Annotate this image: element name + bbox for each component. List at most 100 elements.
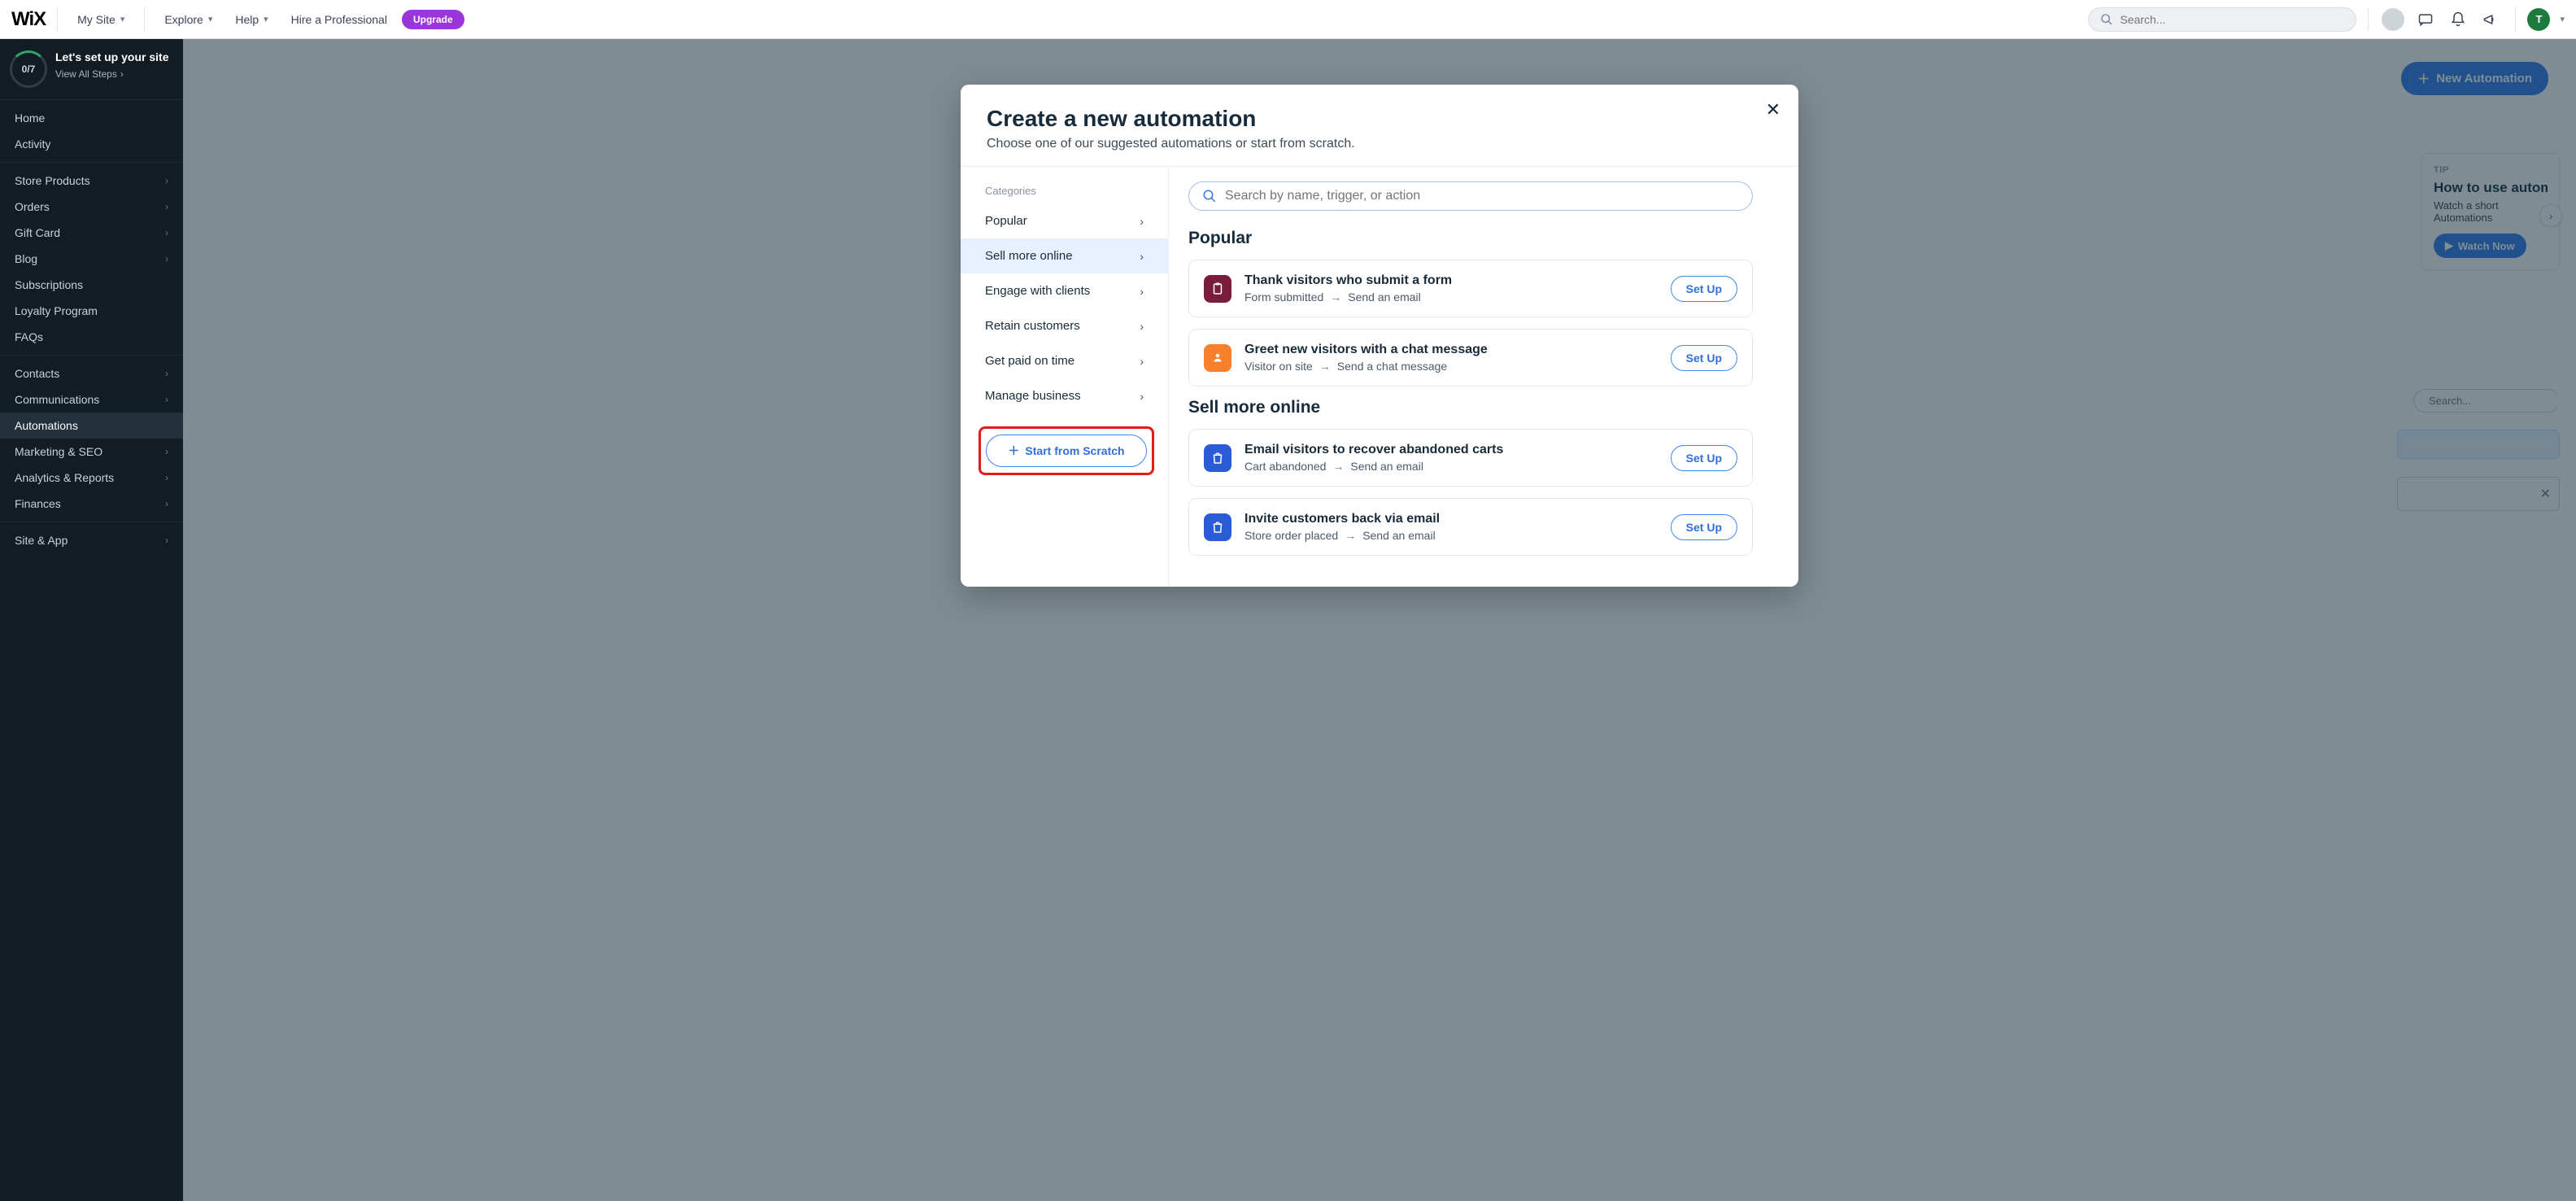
chevron-right-icon: › <box>165 498 168 509</box>
sidebar-item-label: Loyalty Program <box>15 304 98 317</box>
chevron-right-icon: › <box>120 68 124 80</box>
megaphone-icon[interactable] <box>2478 7 2504 33</box>
chat-person-icon <box>1204 344 1231 372</box>
nav-help[interactable]: Help ▾ <box>227 8 276 31</box>
sidebar-item-label: Activity <box>15 138 50 151</box>
automation-card[interactable]: Greet new visitors with a chat messageVi… <box>1188 329 1753 387</box>
automation-card[interactable]: Email visitors to recover abandoned cart… <box>1188 429 1753 487</box>
plus-icon: ＋ <box>1008 443 1019 459</box>
automation-card[interactable]: Invite customers back via emailStore ord… <box>1188 498 1753 556</box>
nav-hire[interactable]: Hire a Professional <box>283 8 395 31</box>
set-up-button[interactable]: Set Up <box>1671 276 1737 302</box>
sidebar-item-label: FAQs <box>15 330 43 343</box>
setup-card[interactable]: 0/7 Let's set up your site View All Step… <box>0 39 183 99</box>
automation-title: Email visitors to recover abandoned cart… <box>1244 443 1658 457</box>
sidebar-item-label: Analytics & Reports <box>15 471 114 484</box>
chevron-right-icon: › <box>1140 215 1144 228</box>
set-up-button[interactable]: Set Up <box>1671 345 1737 371</box>
sidebar-item-store-products[interactable]: Store Products› <box>0 168 183 194</box>
sidebar-item-label: Gift Card <box>15 226 60 239</box>
sidebar-item-finances[interactable]: Finances › <box>0 491 183 517</box>
automation-title: Thank visitors who submit a form <box>1244 273 1658 288</box>
sidebar-item-label: Finances <box>15 497 61 510</box>
automation-card[interactable]: Thank visitors who submit a form Form sub… <box>1188 260 1753 317</box>
category-popular[interactable]: Popular› <box>961 203 1168 238</box>
sidebar-item-home[interactable]: Home <box>0 105 183 131</box>
automation-flow: Form submitted→Send an email <box>1244 290 1658 304</box>
sidebar-item-label: Store Products <box>15 174 90 187</box>
user-avatar[interactable]: T <box>2527 8 2550 31</box>
nav-help-label: Help <box>235 13 259 26</box>
category-manage-business[interactable]: Manage business› <box>961 378 1168 413</box>
nav-explore[interactable]: Explore ▾ <box>156 8 220 31</box>
start-from-scratch-button[interactable]: ＋ Start from Scratch <box>986 435 1147 467</box>
arrow-right-icon: → <box>1330 290 1341 304</box>
sidebar-item-communications[interactable]: Communications › <box>0 387 183 413</box>
sidebar-item-activity[interactable]: Activity <box>0 131 183 157</box>
shopping-bag-icon <box>1204 444 1231 472</box>
chevron-right-icon: › <box>165 253 168 264</box>
category-label: Get paid on time <box>985 354 1074 368</box>
sidebar-item-gift-card[interactable]: Gift Card› <box>0 220 183 246</box>
create-automation-modal: Create a new automation Choose one of ou… <box>961 85 1798 587</box>
view-all-steps[interactable]: View All Steps › <box>55 68 168 80</box>
category-label: Sell more online <box>985 249 1073 263</box>
category-engage-with-clients[interactable]: Engage with clients› <box>961 273 1168 308</box>
view-all-steps-label: View All Steps <box>55 68 117 80</box>
chevron-right-icon: › <box>165 535 168 546</box>
setup-title: Let's set up your site <box>55 50 168 65</box>
chevron-right-icon: › <box>1140 390 1144 403</box>
automation-flow: Cart abandoned→Send an email <box>1244 460 1658 473</box>
sidebar-item-orders[interactable]: Orders› <box>0 194 183 220</box>
divider <box>144 8 145 31</box>
wix-logo[interactable]: WiX <box>11 8 46 31</box>
divider <box>2515 8 2516 31</box>
start-from-scratch-label: Start from Scratch <box>1025 444 1124 457</box>
modal-title: Create a new automation <box>987 106 1772 132</box>
automation-action: Send an email <box>1362 529 1436 542</box>
automation-search[interactable] <box>1188 181 1753 211</box>
sidebar-item-label: Communications <box>15 393 99 406</box>
category-retain-customers[interactable]: Retain customers› <box>961 308 1168 343</box>
automation-trigger: Form submitted <box>1244 290 1323 304</box>
global-search[interactable] <box>2088 7 2356 32</box>
sidebar-item-faqs[interactable]: FAQs <box>0 324 183 350</box>
modal-main: Popular Thank visitors who submit a form F… <box>1169 167 1798 587</box>
site-switcher[interactable]: My Site ▾ <box>69 8 133 31</box>
sidebar-item-blog[interactable]: Blog› <box>0 246 183 272</box>
set-up-button[interactable]: Set Up <box>1671 445 1737 471</box>
section-title: Sell more online <box>1188 398 1779 417</box>
modal-header: Create a new automation Choose one of ou… <box>961 85 1798 167</box>
chevron-right-icon: › <box>165 394 168 405</box>
sidebar-item-loyalty-program[interactable]: Loyalty Program <box>0 298 183 324</box>
automation-action: Send a chat message <box>1337 360 1447 373</box>
sidebar-item-subscriptions[interactable]: Subscriptions <box>0 272 183 298</box>
sidebar-item-analytics-reports[interactable]: Analytics & Reports› <box>0 465 183 491</box>
start-from-scratch-highlight: ＋ Start from Scratch <box>979 426 1154 475</box>
sidebar-item-site-app[interactable]: Site & App› <box>0 527 183 553</box>
category-sell-more-online[interactable]: Sell more online› <box>961 238 1168 273</box>
modal-subtitle: Choose one of our suggested automations … <box>987 137 1772 151</box>
close-icon[interactable]: ✕ <box>1766 99 1781 120</box>
bell-icon[interactable] <box>2445 7 2471 33</box>
upgrade-button[interactable]: Upgrade <box>402 10 464 29</box>
category-get-paid-on-time[interactable]: Get paid on time› <box>961 343 1168 378</box>
sidebar-item-marketing-seo[interactable]: Marketing & SEO› <box>0 439 183 465</box>
sidebar-item-contacts[interactable]: Contacts› <box>0 360 183 387</box>
nav-hire-label: Hire a Professional <box>291 13 387 26</box>
global-search-input[interactable] <box>2120 13 2344 26</box>
chevron-down-icon[interactable]: ▾ <box>2560 14 2565 24</box>
section-title: Popular <box>1188 229 1779 248</box>
arrow-right-icon: → <box>1332 460 1344 473</box>
nav-explore-label: Explore <box>164 13 203 26</box>
categories-label: Categories <box>961 181 1168 203</box>
automation-search-input[interactable] <box>1225 189 1739 203</box>
chevron-right-icon: › <box>165 446 168 457</box>
sidebar-item-automations[interactable]: Automations <box>0 413 183 439</box>
chat-icon[interactable] <box>2413 7 2439 33</box>
support-avatar[interactable] <box>2380 7 2406 33</box>
set-up-button[interactable]: Set Up <box>1671 514 1737 540</box>
automation-title: Greet new visitors with a chat message <box>1244 343 1658 357</box>
content: ＋ New Automation TIP How to use autom Wa… <box>183 39 2576 1201</box>
chevron-right-icon: › <box>1140 320 1144 333</box>
